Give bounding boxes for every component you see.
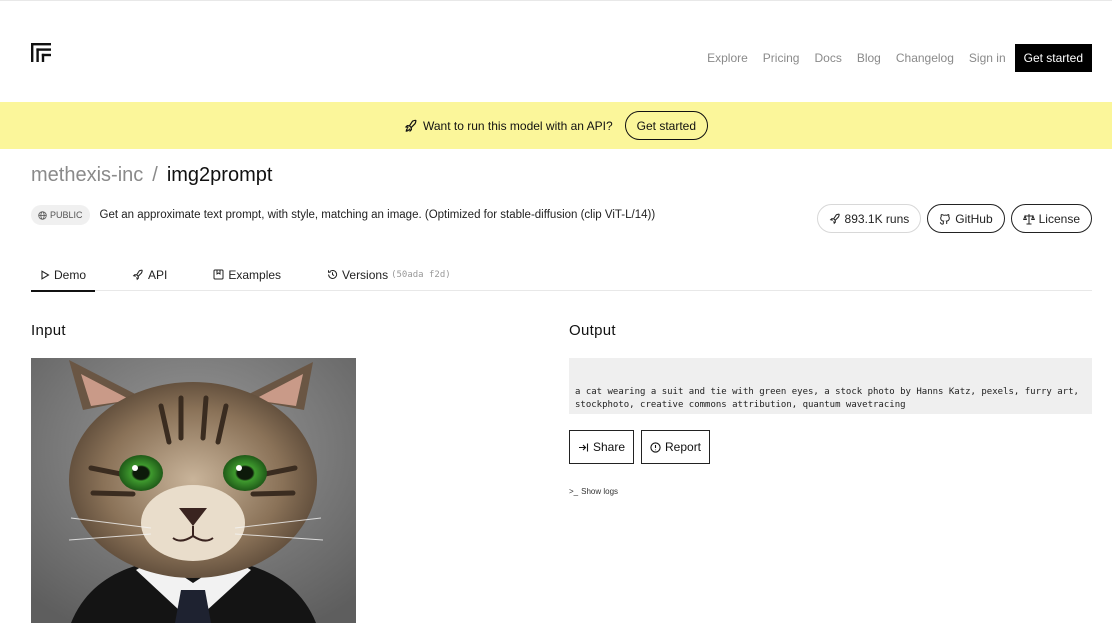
terminal-icon: >_ (569, 487, 579, 496)
visibility-badge: PUBLIC (31, 205, 90, 225)
rocket-icon (829, 213, 840, 224)
banner-get-started-button[interactable]: Get started (624, 111, 709, 140)
report-label: Report (665, 440, 702, 454)
tab-api-label: API (148, 267, 168, 282)
model-description: Get an approximate text prompt, with sty… (99, 209, 656, 221)
nav-sign-in[interactable]: Sign in (969, 51, 1006, 65)
globe-icon (38, 210, 47, 220)
github-button[interactable]: GitHub (927, 204, 1005, 233)
nav-docs[interactable]: Docs (814, 51, 841, 65)
page-title: methexis-inc / img2prompt (31, 164, 272, 187)
tab-demo[interactable]: Demo (31, 258, 96, 292)
nav-blog[interactable]: Blog (857, 51, 881, 65)
tab-examples[interactable]: Examples (204, 258, 290, 291)
api-banner: Want to run this model with an API? Get … (0, 102, 1112, 149)
nav-changelog[interactable]: Changelog (896, 51, 954, 65)
scale-icon (1022, 213, 1035, 224)
license-label: License (1038, 211, 1080, 226)
banner-text: Want to run this model with an API? (422, 118, 613, 133)
get-started-button[interactable]: Get started (1014, 44, 1092, 72)
rocket-icon (404, 119, 417, 132)
share-label: Share (593, 440, 626, 454)
input-heading: Input (31, 322, 66, 339)
replicate-logo-icon[interactable] (31, 43, 51, 62)
output-heading: Output (569, 322, 616, 339)
runs-count: 893.1K runs (816, 204, 922, 233)
top-border (0, 0, 1112, 1)
top-nav: Explore Pricing Docs Blog Changelog Sign… (692, 44, 1092, 72)
alert-circle-icon (650, 441, 661, 453)
model-meta: PUBLIC Get an approximate text prompt, w… (31, 205, 655, 225)
history-icon (328, 269, 338, 279)
bookmark-icon (213, 269, 224, 280)
rocket-icon (132, 269, 143, 280)
github-icon (940, 213, 951, 225)
model-owner-link[interactable]: methexis-inc (31, 164, 143, 187)
title-separator: / (152, 164, 158, 186)
tab-versions[interactable]: Versions (50ada f2d) (318, 258, 460, 291)
share-icon (579, 443, 589, 451)
model-name: img2prompt (166, 164, 273, 186)
output-text: a cat wearing a suit and tie with green … (575, 387, 1079, 410)
report-button[interactable]: Report (641, 430, 711, 464)
version-hash: (50ada f2d) (391, 269, 451, 280)
share-button[interactable]: Share (569, 430, 635, 464)
nav-pricing[interactable]: Pricing (763, 51, 800, 65)
model-tabs: Demo API Examples Versions (50ada f2d) (31, 258, 1092, 292)
play-icon (41, 269, 50, 280)
cat-in-suit-image (31, 358, 356, 623)
github-label: GitHub (955, 211, 993, 226)
tab-examples-label: Examples (228, 267, 282, 282)
show-logs-toggle[interactable]: >_ Show logs (569, 487, 618, 496)
license-button[interactable]: License (1010, 204, 1092, 233)
tab-versions-label: Versions (342, 267, 389, 282)
show-logs-label: Show logs (581, 487, 619, 496)
runs-label: 893.1K runs (844, 211, 910, 226)
visibility-label: PUBLIC (50, 210, 83, 220)
output-text-box: a cat wearing a suit and tie with green … (569, 358, 1092, 414)
nav-explore[interactable]: Explore (707, 51, 748, 65)
tab-demo-label: Demo (54, 267, 87, 282)
tab-api[interactable]: API (123, 258, 176, 291)
model-stats: 893.1K runs GitHub License (811, 204, 1092, 233)
input-image[interactable] (31, 358, 356, 623)
banner-message: Want to run this model with an API? (404, 119, 613, 133)
